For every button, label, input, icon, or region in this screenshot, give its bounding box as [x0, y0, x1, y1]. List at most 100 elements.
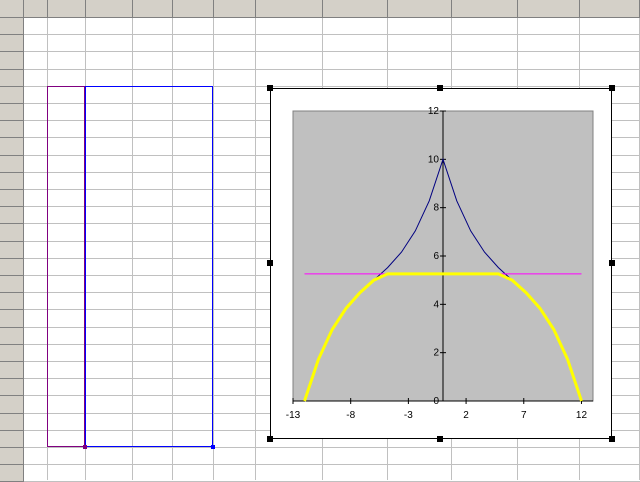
table-cell[interactable]	[24, 242, 48, 259]
row-header-21[interactable]	[0, 362, 24, 379]
column-header-g[interactable]	[256, 0, 323, 18]
column-header-e[interactable]	[173, 0, 214, 18]
row-header-14[interactable]	[0, 242, 24, 259]
row-header-26[interactable]	[0, 448, 24, 465]
table-cell[interactable]	[24, 293, 48, 310]
table-cell[interactable]	[24, 396, 48, 413]
table-cell[interactable]	[24, 345, 48, 362]
row-header-12[interactable]	[0, 207, 24, 224]
row-header-22[interactable]	[0, 379, 24, 396]
row-header-9[interactable]	[0, 156, 24, 173]
row-header-4[interactable]	[0, 70, 24, 87]
row-header-25[interactable]	[0, 431, 24, 448]
row-header-23[interactable]	[0, 396, 24, 414]
range-handle[interactable]	[83, 445, 87, 449]
table-cell[interactable]	[214, 87, 256, 104]
row-header-7[interactable]	[0, 121, 24, 138]
cell-h-label[interactable]	[24, 52, 48, 69]
row-header-17[interactable]	[0, 293, 24, 310]
table-cell[interactable]	[214, 414, 256, 431]
row-header-15[interactable]	[0, 259, 24, 276]
resize-handle[interactable]	[609, 436, 615, 442]
table-cell[interactable]	[24, 414, 48, 431]
table-cell[interactable]	[24, 328, 48, 345]
table-cell[interactable]	[24, 173, 48, 190]
row-header-19[interactable]	[0, 328, 24, 345]
row-header-6[interactable]	[0, 104, 24, 121]
cell-m-value[interactable]	[173, 35, 214, 52]
table-cell[interactable]	[214, 396, 256, 413]
table-cell[interactable]	[214, 379, 256, 396]
column-header-k[interactable]	[518, 0, 580, 18]
table-cell[interactable]	[214, 138, 256, 155]
column-header-b[interactable]	[48, 0, 86, 18]
resize-handle[interactable]	[609, 260, 615, 266]
spreadsheet[interactable]: 0 2 4 6 8 10 12 -13 -8 -3 2 7 12	[0, 0, 640, 482]
row-header-3[interactable]	[0, 52, 24, 70]
table-cell[interactable]	[214, 362, 256, 379]
table-cell[interactable]	[214, 242, 256, 259]
cell-m-label[interactable]	[133, 35, 173, 52]
table-cell[interactable]	[214, 345, 256, 362]
table-cell[interactable]	[24, 362, 48, 379]
table-cell[interactable]	[214, 207, 256, 224]
cell-b-value[interactable]	[48, 35, 86, 52]
row-header-18[interactable]	[0, 310, 24, 328]
table-cell[interactable]	[214, 156, 256, 173]
table-cell[interactable]	[24, 121, 48, 138]
table-cell[interactable]	[24, 276, 48, 293]
table-cell[interactable]	[214, 276, 256, 293]
resize-handle[interactable]	[609, 85, 615, 91]
row-header-5[interactable]	[0, 87, 24, 104]
row-header-2[interactable]	[0, 35, 24, 52]
table-cell[interactable]	[24, 310, 48, 327]
table-cell[interactable]	[24, 156, 48, 173]
resize-handle[interactable]	[267, 260, 273, 266]
cell-b-label[interactable]	[24, 35, 48, 52]
column-header-f[interactable]	[214, 0, 256, 18]
table-cell[interactable]	[214, 104, 256, 121]
cell-total[interactable]	[214, 52, 256, 69]
column-header-d[interactable]	[133, 0, 173, 18]
header-e[interactable]	[133, 70, 173, 87]
row-header-16[interactable]	[0, 276, 24, 293]
table-cell[interactable]	[214, 328, 256, 345]
row-header-24[interactable]	[0, 414, 24, 431]
table-cell[interactable]	[214, 431, 256, 448]
table-cell[interactable]	[24, 379, 48, 396]
select-all-corner[interactable]	[0, 0, 24, 18]
row-header-13[interactable]	[0, 224, 24, 242]
header-x[interactable]	[48, 70, 86, 87]
table-cell[interactable]	[214, 173, 256, 190]
row-header-27[interactable]	[0, 465, 24, 482]
table-cell[interactable]	[214, 121, 256, 138]
table-cell[interactable]	[24, 87, 48, 104]
column-header-j[interactable]	[452, 0, 518, 18]
column-header-l[interactable]	[580, 0, 640, 18]
row-header-1[interactable]	[0, 18, 24, 35]
row-header-8[interactable]	[0, 138, 24, 156]
column-header-i[interactable]	[388, 0, 452, 18]
table-cell[interactable]	[24, 190, 48, 207]
resize-handle[interactable]	[267, 85, 273, 91]
range-handle[interactable]	[211, 445, 215, 449]
table-cell[interactable]	[214, 190, 256, 207]
table-cell[interactable]	[214, 224, 256, 241]
table-cell[interactable]	[24, 104, 48, 121]
table-cell[interactable]	[214, 310, 256, 327]
table-cell[interactable]	[24, 138, 48, 155]
row-header-11[interactable]	[0, 190, 24, 207]
column-header-h[interactable]	[323, 0, 388, 18]
header-yk[interactable]	[173, 70, 214, 87]
chart-svg[interactable]: 0 2 4 6 8 10 12 -13 -8 -3 2 7 12	[271, 89, 611, 438]
cell-h-value[interactable]	[48, 52, 86, 69]
table-cell[interactable]	[214, 293, 256, 310]
table-cell[interactable]	[24, 207, 48, 224]
column-header-c[interactable]	[86, 0, 133, 18]
resize-handle[interactable]	[437, 85, 443, 91]
table-cell[interactable]	[24, 431, 48, 448]
table-cell[interactable]	[214, 259, 256, 276]
header-ter[interactable]	[214, 70, 256, 87]
table-cell[interactable]	[24, 224, 48, 241]
row-header-10[interactable]	[0, 173, 24, 190]
